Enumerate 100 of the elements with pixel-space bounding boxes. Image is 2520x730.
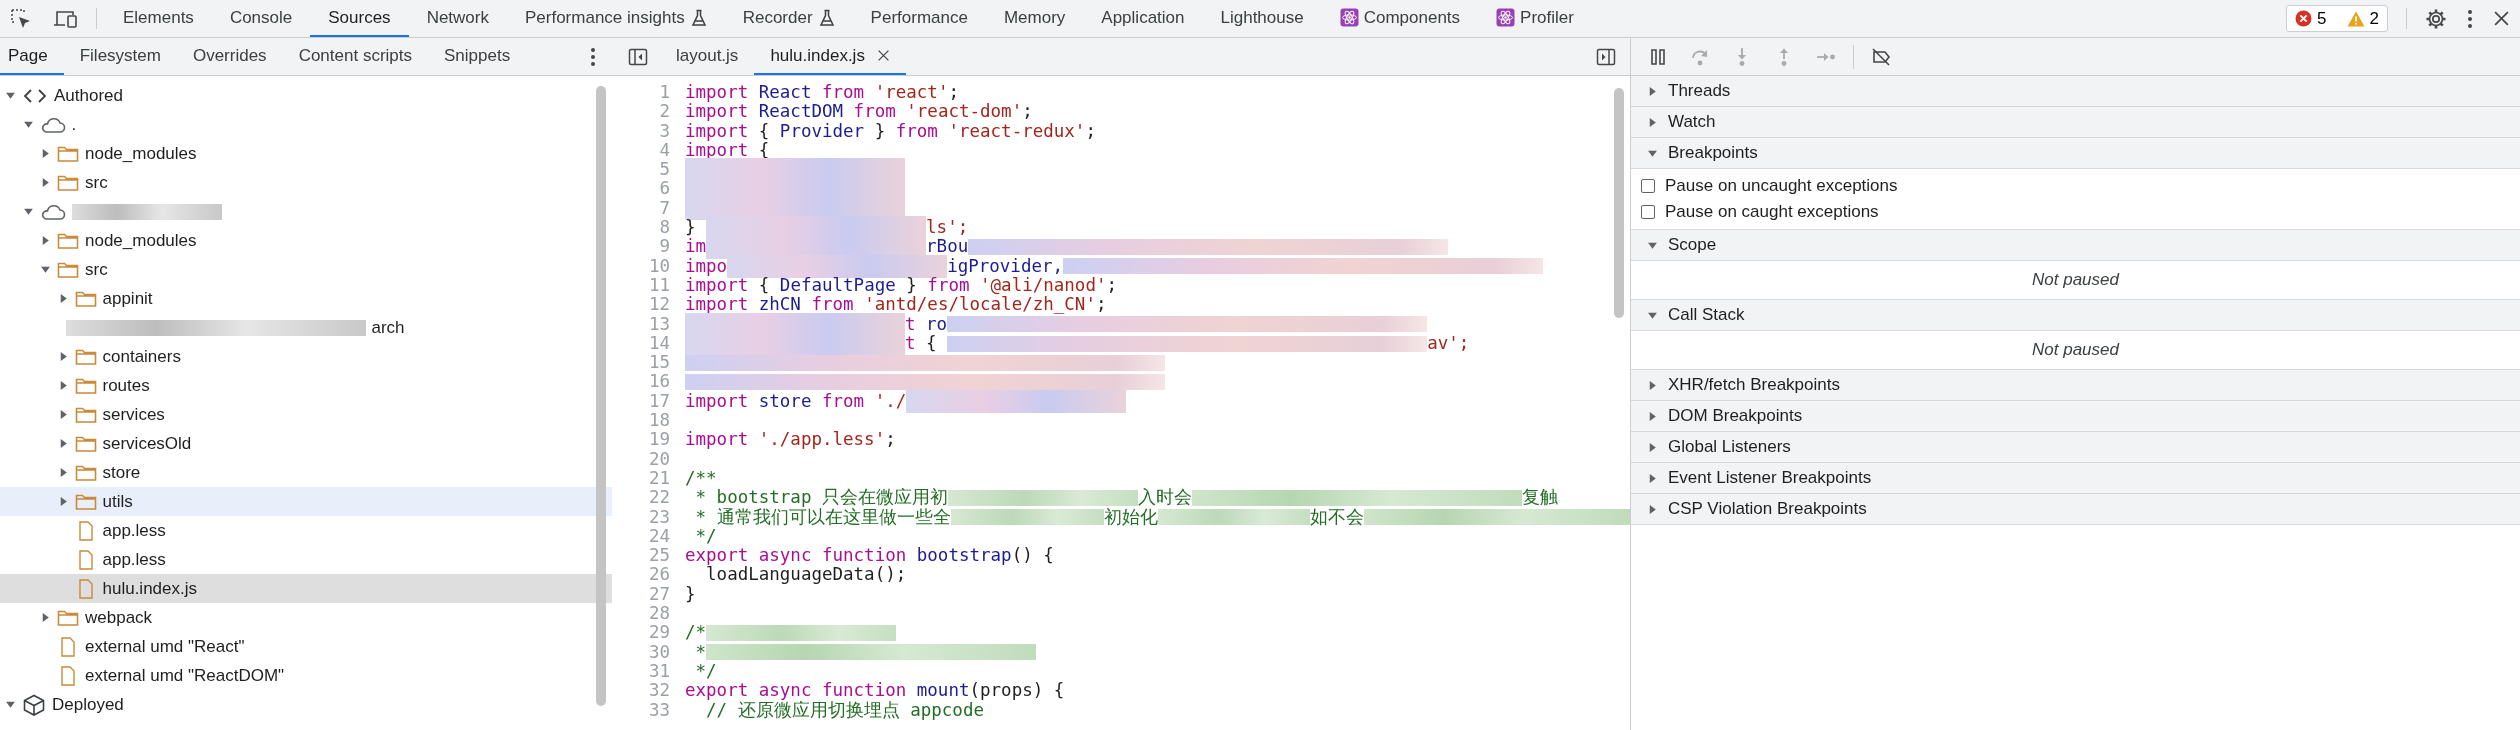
close-icon[interactable]: [876, 49, 890, 62]
line-number: 22: [647, 488, 671, 508]
sidebar-toggle-icon[interactable]: [1596, 46, 1616, 67]
expand-arrow-icon[interactable]: [5, 90, 16, 101]
tree-item[interactable]: src: [0, 168, 612, 197]
section-header[interactable]: DOM Breakpoints: [1631, 401, 2520, 432]
navigator-tab[interactable]: Page: [0, 38, 64, 75]
panel-tab[interactable]: Performance insights: [507, 0, 725, 37]
line-number: 16: [647, 372, 671, 392]
close-icon[interactable]: [2493, 10, 2510, 27]
scrollbar[interactable]: [596, 86, 606, 706]
expand-arrow-icon[interactable]: [1647, 503, 1658, 515]
section-header[interactable]: Call Stack: [1631, 300, 2520, 331]
expand-arrow-icon[interactable]: [22, 206, 34, 217]
issues-badge[interactable]: 5 2: [2286, 5, 2388, 32]
section-header[interactable]: XHR/fetch Breakpoints: [1631, 370, 2520, 401]
line-number: 2: [658, 102, 671, 122]
file-tab[interactable]: hulu.index.js: [754, 38, 906, 75]
navigator-tab[interactable]: Filesystem: [63, 38, 177, 75]
line-number: 19: [647, 430, 671, 450]
expand-arrow-icon[interactable]: [1647, 410, 1658, 422]
tree-item[interactable]: utils: [0, 487, 612, 516]
expand-arrow-icon[interactable]: [40, 148, 51, 159]
navigator-tab[interactable]: Overrides: [176, 38, 283, 75]
tree-item[interactable]: servicesOld: [0, 429, 612, 458]
file-tab[interactable]: layout.js: [660, 38, 755, 75]
sidebar-toggle-icon[interactable]: [628, 46, 648, 67]
more-options-icon[interactable]: [590, 46, 596, 67]
navigator-tab[interactable]: Content scripts: [282, 38, 428, 75]
expand-arrow-icon[interactable]: [40, 264, 51, 275]
checkbox[interactable]: [1641, 205, 1655, 219]
line-number: 23: [647, 507, 671, 527]
code-line: }: [685, 584, 696, 604]
panel-tab[interactable]: Application: [1083, 0, 1203, 37]
more-options-icon[interactable]: [2467, 8, 2473, 29]
tree-item[interactable]: Deployed: [0, 690, 612, 719]
panel-tab[interactable]: Memory: [985, 0, 1084, 37]
tree-item[interactable]: node_modules: [0, 226, 612, 255]
tree-item[interactable]: appinit: [0, 284, 612, 313]
expand-arrow-icon[interactable]: [1647, 379, 1658, 391]
tree-item[interactable]: Authored: [0, 81, 612, 110]
panel-tab[interactable]: Lighthouse: [1202, 0, 1322, 37]
line-number: 14: [647, 333, 671, 354]
tree-item[interactable]: hulu.index.js: [0, 574, 612, 603]
tree-item[interactable]: external umd "React": [0, 632, 612, 661]
panel-tab[interactable]: Components: [1321, 0, 1479, 37]
section-header[interactable]: CSP Violation Breakpoints: [1631, 494, 2520, 525]
tree-item[interactable]: store: [0, 458, 612, 487]
section-header[interactable]: Event Listener Breakpoints: [1631, 463, 2520, 494]
section-header[interactable]: Watch: [1631, 107, 2520, 138]
scrollbar[interactable]: [1614, 88, 1624, 318]
tree-item[interactable]: app.less: [0, 516, 612, 545]
section-header[interactable]: Scope: [1631, 230, 2520, 261]
section-header[interactable]: Global Listeners: [1631, 432, 2520, 463]
inspect-element-icon[interactable]: [10, 7, 32, 30]
expand-arrow-icon[interactable]: [5, 699, 16, 710]
tree-item[interactable]: webpack: [0, 603, 612, 632]
tree-item[interactable]: external umd "ReactDOM": [0, 661, 612, 690]
checkbox-label[interactable]: Pause on uncaught exceptions: [1665, 176, 1898, 196]
checkbox[interactable]: [1641, 179, 1655, 193]
line-number: 28: [647, 604, 671, 624]
expand-arrow-icon[interactable]: [1647, 116, 1658, 128]
folder-icon: [74, 463, 97, 482]
tree-item[interactable]: arch: [0, 313, 612, 342]
expand-arrow-icon[interactable]: [40, 177, 51, 188]
folder-icon: [57, 231, 79, 250]
panel-tab[interactable]: Performance: [852, 0, 986, 37]
tree-item[interactable]: containers: [0, 342, 612, 371]
atom-icon: [1339, 8, 1359, 27]
expand-arrow-icon[interactable]: [40, 612, 51, 623]
panel-tab[interactable]: Console: [211, 0, 311, 37]
expand-arrow-icon[interactable]: [1647, 85, 1658, 97]
panel-tab[interactable]: Profiler: [1478, 0, 1592, 37]
panel-tab[interactable]: Recorder: [724, 0, 853, 37]
code-fragment: t: [905, 333, 917, 354]
section-header[interactable]: Threads: [1631, 76, 2520, 107]
panel-tab[interactable]: Elements: [105, 0, 212, 37]
expand-arrow-icon[interactable]: [22, 119, 34, 130]
panel-tab[interactable]: Network: [408, 0, 507, 37]
tree-item[interactable]: routes: [0, 371, 612, 400]
expand-arrow-icon[interactable]: [1647, 472, 1658, 484]
line-number: 25: [647, 546, 671, 566]
section-header[interactable]: Breakpoints: [1631, 138, 2520, 169]
line-number: 6: [658, 179, 671, 199]
tree-item[interactable]: .: [0, 110, 612, 139]
code-line: import zhCN from 'antd/es/locale/zh_CN';: [685, 295, 1107, 315]
tree-item[interactable]: node_modules: [0, 139, 612, 168]
checkbox-label[interactable]: Pause on caught exceptions: [1665, 202, 1879, 222]
tree-item[interactable]: src: [0, 255, 612, 284]
tree-item[interactable]: services: [0, 400, 612, 429]
code-line: export async function mount(props) {: [685, 681, 1065, 701]
line-number: 21: [647, 468, 671, 489]
tree-item[interactable]: app.less: [0, 545, 612, 574]
expand-arrow-icon[interactable]: [1647, 441, 1658, 453]
line-number: 8: [658, 218, 671, 238]
settings-icon[interactable]: [2425, 7, 2447, 30]
line-number: 5: [658, 160, 671, 180]
expand-arrow-icon[interactable]: [40, 235, 51, 246]
code-fragment: {: [926, 333, 938, 354]
navigator-tab[interactable]: Snippets: [428, 38, 527, 75]
